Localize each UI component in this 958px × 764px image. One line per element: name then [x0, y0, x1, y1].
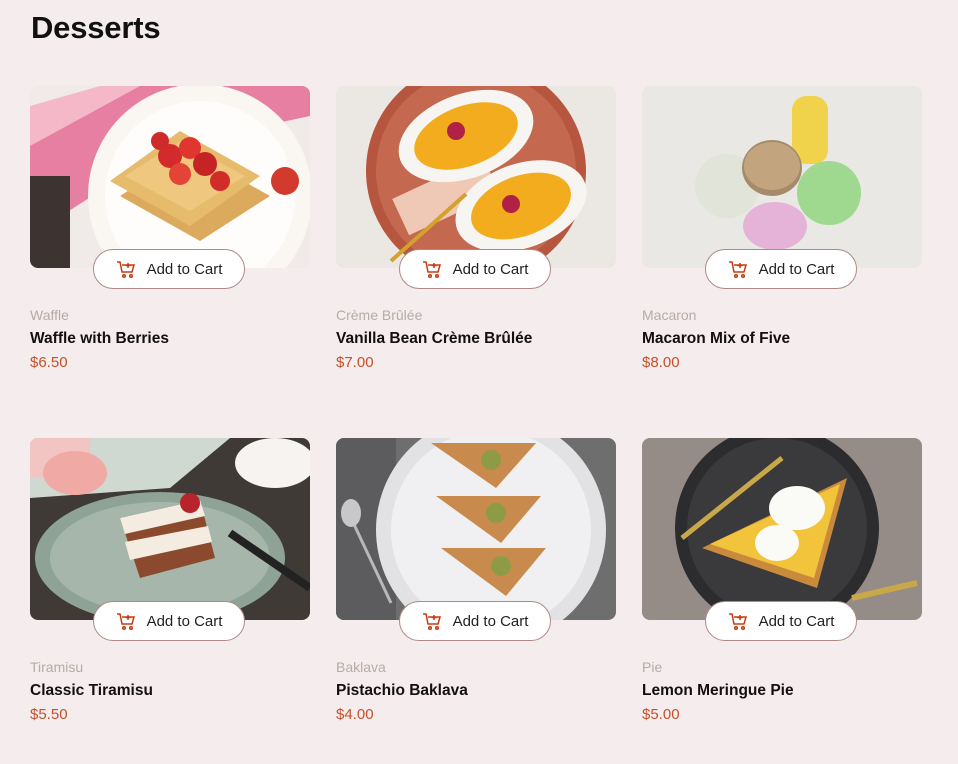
- add-to-cart-label: Add to Cart: [452, 612, 529, 630]
- product-card-tiramisu: Add to Cart Tiramisu Classic Tiramisu $5…: [30, 438, 310, 738]
- page-title: Desserts: [31, 10, 161, 45]
- add-to-cart-button[interactable]: Add to Cart: [93, 249, 245, 289]
- product-card-waffle: Add to Cart Waffle Waffle with Berries $…: [30, 86, 310, 386]
- product-price: $7.00: [336, 354, 374, 371]
- product-name: Classic Tiramisu: [30, 682, 153, 699]
- add-to-cart-button[interactable]: Add to Cart: [705, 249, 857, 289]
- add-to-cart-label: Add to Cart: [758, 612, 835, 630]
- add-to-cart-button[interactable]: Add to Cart: [399, 601, 551, 641]
- add-to-cart-button[interactable]: Add to Cart: [93, 601, 245, 641]
- product-category: Tiramisu: [30, 659, 84, 675]
- product-image-pie: [642, 438, 922, 620]
- add-to-cart-label: Add to Cart: [758, 260, 835, 278]
- add-to-cart-icon: [116, 611, 136, 631]
- product-image-macaron: [642, 86, 922, 268]
- add-to-cart-icon: [728, 611, 748, 631]
- product-card-macaron: Add to Cart Macaron Macaron Mix of Five …: [642, 86, 922, 386]
- product-category: Macaron: [642, 307, 697, 323]
- product-image-creme-brulee: [336, 86, 616, 268]
- product-name: Macaron Mix of Five: [642, 330, 791, 347]
- add-to-cart-label: Add to Cart: [146, 612, 223, 630]
- product-category: Crème Brûlée: [336, 307, 423, 323]
- product-price: $4.00: [336, 706, 374, 723]
- product-price: $6.50: [30, 354, 68, 371]
- add-to-cart-label: Add to Cart: [146, 260, 223, 278]
- product-card-creme-brulee: Add to Cart Crème Brûlée Vanilla Bean Cr…: [336, 86, 616, 386]
- product-name: Vanilla Bean Crème Brûlée: [336, 330, 533, 347]
- add-to-cart-label: Add to Cart: [452, 260, 529, 278]
- product-category: Pie: [642, 659, 663, 675]
- add-to-cart-icon: [728, 259, 748, 279]
- product-image-waffle: [30, 86, 310, 268]
- product-price: $5.50: [30, 706, 68, 723]
- add-to-cart-button[interactable]: Add to Cart: [399, 249, 551, 289]
- product-price: $8.00: [642, 354, 680, 371]
- product-name: Lemon Meringue Pie: [642, 682, 794, 699]
- product-category: Baklava: [336, 659, 386, 675]
- product-image-baklava: [336, 438, 616, 620]
- product-name: Pistachio Baklava: [336, 682, 468, 699]
- product-card-pie: Add to Cart Pie Lemon Meringue Pie $5.00: [642, 438, 922, 738]
- product-image-tiramisu: [30, 438, 310, 620]
- product-price: $5.00: [642, 706, 680, 723]
- product-card-baklava: Add to Cart Baklava Pistachio Baklava $4…: [336, 438, 616, 738]
- product-name: Waffle with Berries: [30, 330, 169, 347]
- add-to-cart-icon: [116, 259, 136, 279]
- add-to-cart-icon: [422, 611, 442, 631]
- product-grid: Add to Cart Waffle Waffle with Berries $…: [30, 86, 922, 746]
- add-to-cart-icon: [422, 259, 442, 279]
- product-category: Waffle: [30, 307, 69, 323]
- add-to-cart-button[interactable]: Add to Cart: [705, 601, 857, 641]
